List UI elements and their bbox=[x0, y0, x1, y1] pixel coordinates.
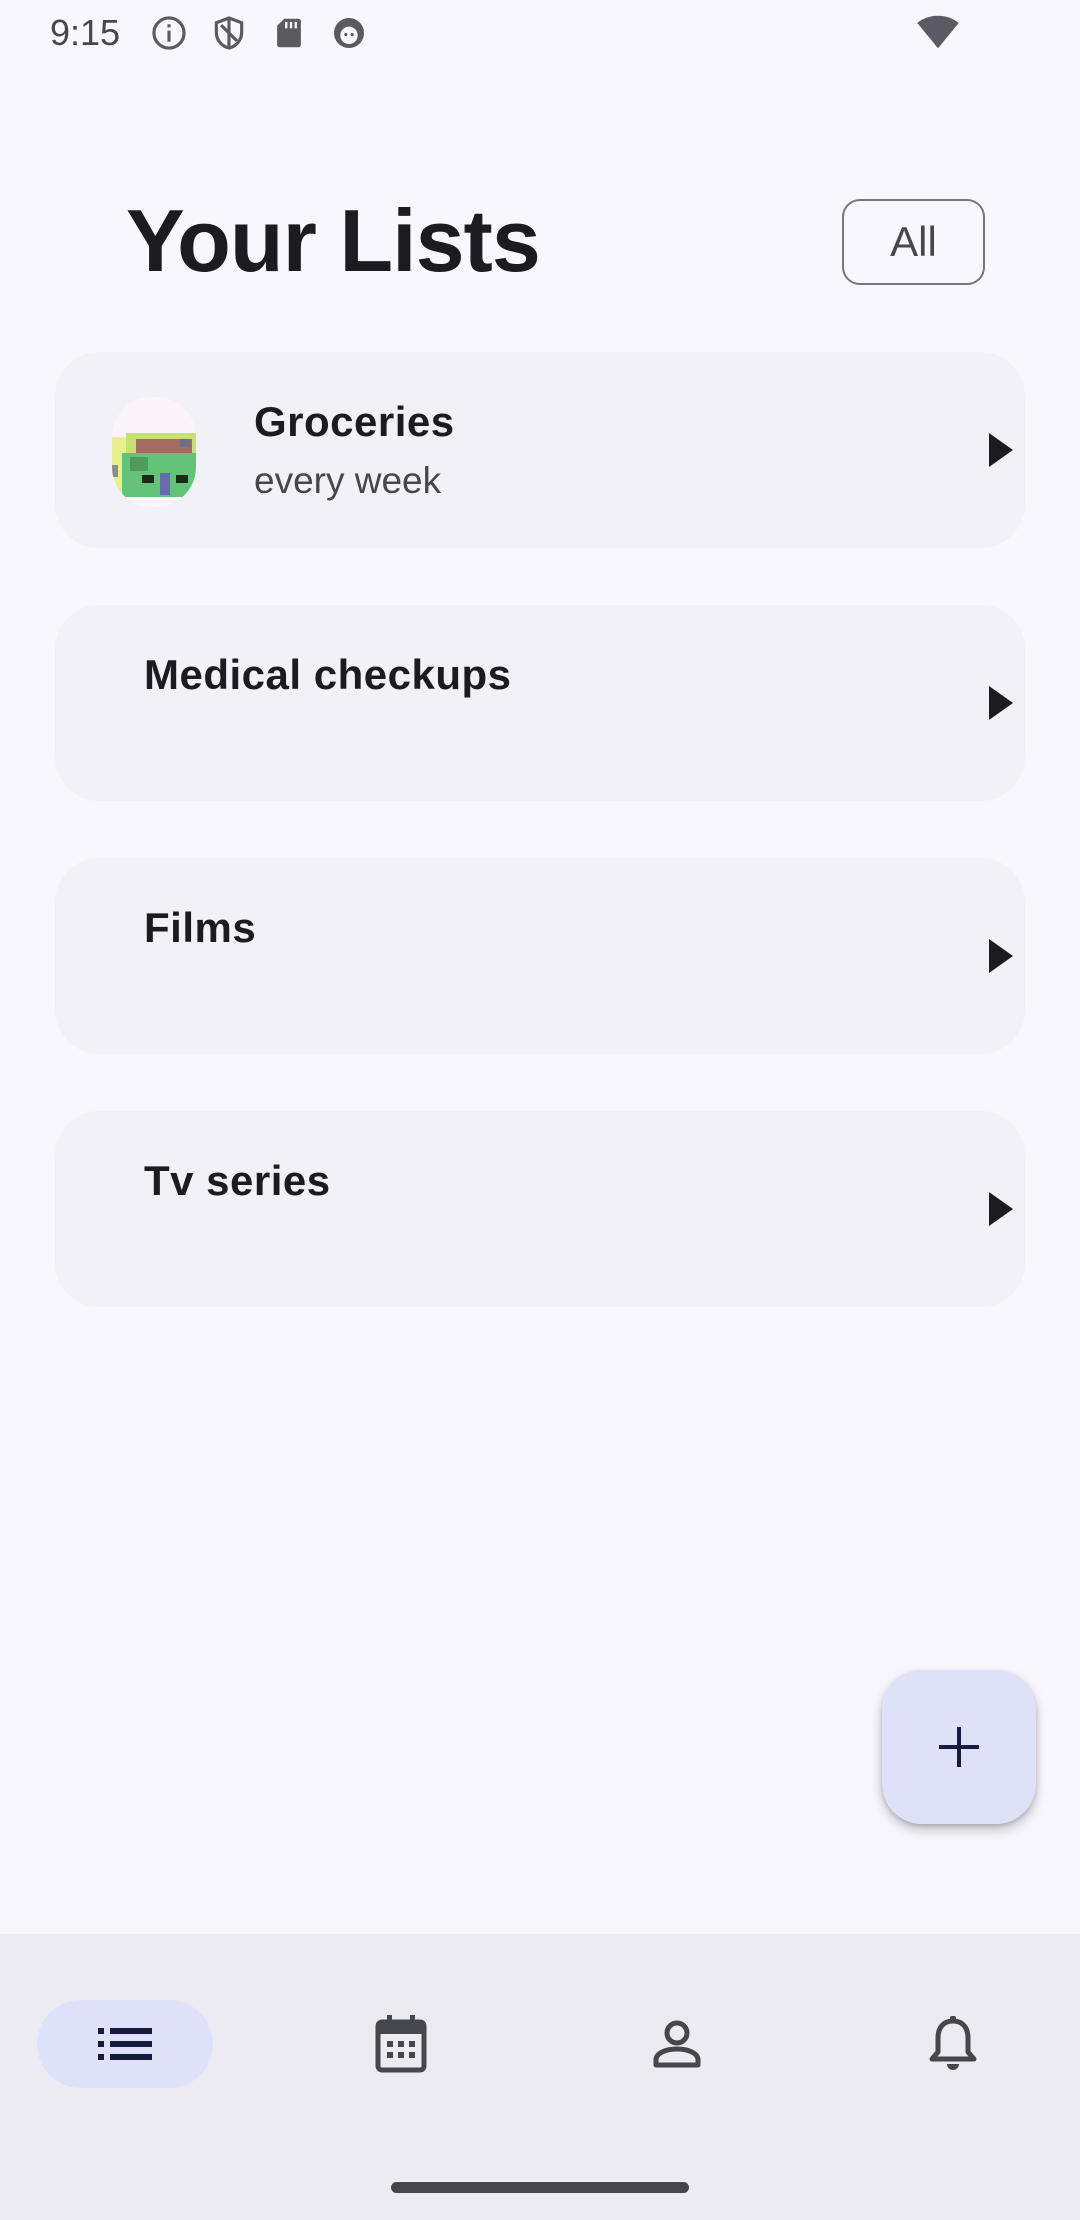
sd-card-icon bbox=[270, 14, 308, 52]
wifi-icon bbox=[917, 15, 959, 49]
add-list-button[interactable] bbox=[882, 1670, 1036, 1824]
list-card-films[interactable]: Films bbox=[55, 858, 1025, 1054]
list-title: Medical checkups bbox=[144, 651, 512, 698]
plus-icon bbox=[939, 1727, 979, 1767]
bell-icon bbox=[929, 2016, 977, 2070]
list-title: Groceries bbox=[254, 398, 455, 445]
list-title: Films bbox=[144, 904, 257, 951]
chevron-right-icon bbox=[989, 686, 1013, 720]
nav-item-lists[interactable] bbox=[37, 2000, 213, 2088]
chevron-right-icon bbox=[989, 1192, 1013, 1226]
android-icon bbox=[330, 14, 368, 52]
shield-icon bbox=[210, 14, 248, 52]
status-icons bbox=[150, 14, 368, 52]
list-thumbnail bbox=[112, 397, 196, 507]
person-icon bbox=[653, 2020, 701, 2068]
list-subtitle: every week bbox=[254, 460, 442, 501]
chevron-right-icon bbox=[989, 433, 1013, 467]
page-title: Your Lists bbox=[126, 191, 541, 290]
nav-item-notifications[interactable] bbox=[865, 2000, 1041, 2088]
list-title: Tv series bbox=[144, 1157, 331, 1204]
status-time: 9:15 bbox=[50, 12, 121, 53]
status-bar: 9:15 bbox=[0, 0, 1080, 66]
list-card-groceries[interactable]: Groceries every week bbox=[55, 352, 1025, 548]
calendar-icon bbox=[375, 2015, 427, 2073]
home-indicator[interactable] bbox=[391, 2182, 689, 2193]
info-icon bbox=[150, 14, 188, 52]
nav-item-calendar[interactable] bbox=[313, 2000, 489, 2088]
list-card-tv-series[interactable]: Tv series bbox=[55, 1111, 1025, 1307]
list-card-medical-checkups[interactable]: Medical checkups bbox=[55, 605, 1025, 801]
list-icon bbox=[98, 2028, 152, 2060]
chevron-right-icon bbox=[989, 939, 1013, 973]
nav-item-profile[interactable] bbox=[589, 2000, 765, 2088]
filter-all-button[interactable]: All bbox=[842, 199, 985, 285]
bottom-nav bbox=[0, 1934, 1080, 2220]
